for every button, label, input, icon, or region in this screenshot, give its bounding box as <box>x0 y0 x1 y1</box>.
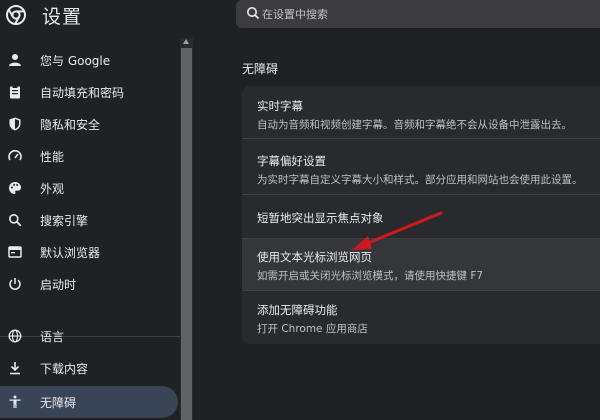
row-title: 添加无障碍功能 <box>257 303 338 317</box>
browser-icon <box>8 246 22 258</box>
row-caret-browsing[interactable]: 使用文本光标浏览网页 如需开启或关闭光标浏览模式，请使用快捷键 F7 <box>242 238 600 290</box>
sidebar-item-performance[interactable]: 性能 <box>0 140 178 172</box>
sidebar-item-label: 默认浏览器 <box>40 246 101 260</box>
clipboard-icon <box>10 85 20 99</box>
page-title: 设置 <box>42 6 83 28</box>
sidebar-item-default-browser[interactable]: 默认浏览器 <box>0 236 178 268</box>
row-focus-highlight[interactable]: 短暂地突出显示焦点对象 <box>242 194 600 238</box>
power-icon <box>9 278 21 290</box>
chrome-logo-icon[interactable] <box>6 5 26 25</box>
sidebar-item-appearance[interactable]: 外观 <box>0 172 178 204</box>
sidebar-item-label: 性能 <box>40 150 65 164</box>
row-title: 使用文本光标浏览网页 <box>257 250 372 264</box>
row-title: 实时字幕 <box>257 99 303 113</box>
accessibility-icon <box>9 395 21 408</box>
sidebar-item-label: 下载内容 <box>40 362 89 376</box>
row-title: 字幕偏好设置 <box>257 154 326 168</box>
sidebar-item-label: 启动时 <box>40 278 77 292</box>
row-add-accessibility-features[interactable]: 添加无障碍功能 打开 Chrome 应用商店 <box>242 290 600 344</box>
search-icon <box>9 214 22 227</box>
sidebar-item-autofill[interactable]: 自动填充和密码 <box>0 76 178 108</box>
sidebar-item-label: 您与 Google <box>40 54 111 68</box>
sidebar-scrollbar[interactable] <box>180 38 193 420</box>
search-icon <box>247 7 260 20</box>
sidebar-item-label: 外观 <box>40 182 65 196</box>
sidebar-item-privacy[interactable]: 隐私和安全 <box>0 108 178 140</box>
shield-icon <box>9 117 21 131</box>
section-title: 无障碍 <box>242 62 279 76</box>
person-icon <box>9 54 21 66</box>
sidebar-item-languages[interactable]: 语言 <box>0 320 178 352</box>
globe-icon <box>8 329 22 343</box>
sidebar-item-label: 搜索引擎 <box>40 214 89 228</box>
sidebar-item-label: 无障碍 <box>40 396 77 410</box>
sidebar-item-label: 隐私和安全 <box>40 118 101 132</box>
row-caption-preferences[interactable]: 字幕偏好设置 为实时字幕自定义字幕大小和样式。部分应用和网站也会使用此设置。 <box>242 138 600 194</box>
row-title: 短暂地突出显示焦点对象 <box>257 211 384 225</box>
sidebar-item-downloads[interactable]: 下载内容 <box>0 352 178 384</box>
accessibility-card: 实时字幕 自动为音频和视频创建字幕。音频和字幕绝不会从设备中泄露出去。 字幕偏好… <box>242 86 600 344</box>
search-input[interactable] <box>262 4 582 24</box>
row-live-caption[interactable]: 实时字幕 自动为音频和视频创建字幕。音频和字幕绝不会从设备中泄露出去。 <box>242 86 600 138</box>
download-icon <box>10 362 20 375</box>
palette-icon <box>9 182 21 194</box>
sidebar-item-label: 语言 <box>40 330 65 344</box>
sidebar-item-on-startup[interactable]: 启动时 <box>0 268 178 300</box>
search-box[interactable] <box>236 0 600 28</box>
row-subtitle: 打开 Chrome 应用商店 <box>257 323 368 335</box>
row-subtitle: 自动为音频和视频创建字幕。音频和字幕绝不会从设备中泄露出去。 <box>257 119 572 131</box>
sidebar-item-accessibility[interactable]: 无障碍 <box>0 386 178 418</box>
sidebar-item-you-and-google[interactable]: 您与 Google <box>0 44 178 76</box>
scroll-up-arrow-icon[interactable] <box>183 39 189 44</box>
sidebar: 您与 Google 自动填充和密码 隐私和安全 性能 外观 搜索引擎 默认浏览器… <box>0 30 195 420</box>
row-subtitle: 为实时字幕自定义字幕大小和样式。部分应用和网站也会使用此设置。 <box>257 174 583 186</box>
scrollbar-thumb[interactable] <box>181 48 192 420</box>
sidebar-item-search-engine[interactable]: 搜索引擎 <box>0 204 178 236</box>
sidebar-item-label: 自动填充和密码 <box>40 86 125 100</box>
speedometer-icon <box>8 149 22 161</box>
header: 设置 <box>0 0 600 30</box>
row-subtitle: 如需开启或关闭光标浏览模式，请使用快捷键 F7 <box>257 270 484 282</box>
